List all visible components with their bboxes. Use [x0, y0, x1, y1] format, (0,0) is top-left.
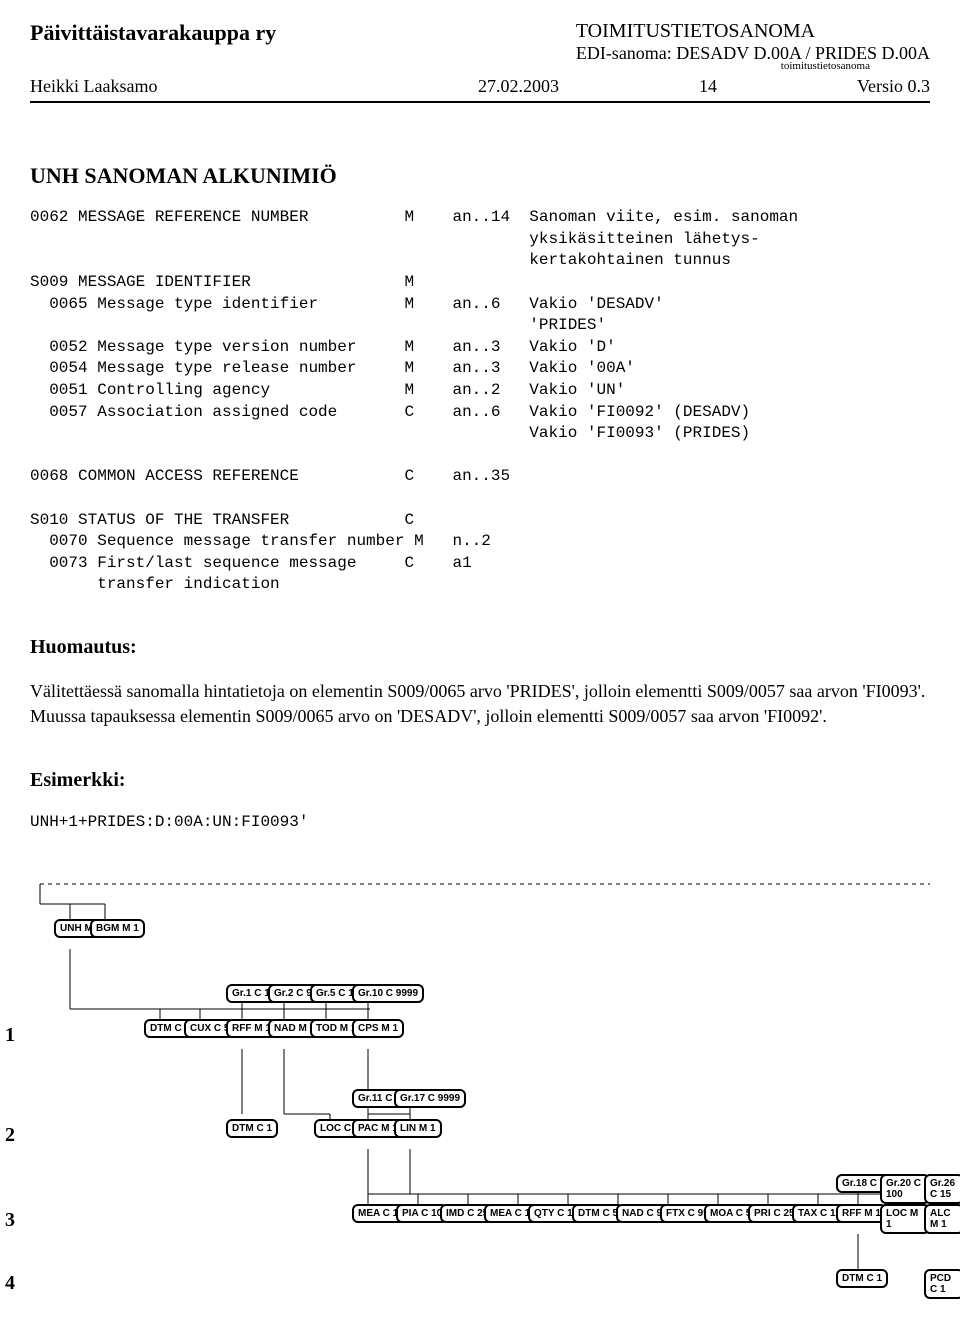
- meta-right: 27.02.2003 14 Versio 0.3: [478, 76, 930, 97]
- row-label-1: 1: [5, 1024, 15, 1047]
- node-alc1: ALC M 1: [924, 1204, 960, 1234]
- doc-title: TOIMITUSTIETOSANOMA: [576, 20, 930, 43]
- huomautus-body: Välitettäessä sanomalla hintatietoja on …: [30, 679, 930, 729]
- node-bgm: BGM M 1: [90, 919, 145, 938]
- node-loc20: LOC M 1: [880, 1204, 930, 1234]
- row-label-3: 3: [5, 1209, 15, 1232]
- node-cps1: CPS M 1: [352, 1019, 404, 1038]
- node-gr10: Gr.10 C 9999: [352, 984, 424, 1003]
- meta-row: Heikki Laaksamo 27.02.2003 14 Versio 0.3: [30, 76, 930, 103]
- node-lin1: LIN M 1: [394, 1119, 442, 1138]
- row-label-2: 2: [5, 1124, 15, 1147]
- segment-block: 0062 MESSAGE REFERENCE NUMBER M an..14 S…: [30, 207, 930, 596]
- node-gr26: Gr.26 C 15: [924, 1174, 960, 1204]
- org-name: Päivittäistavarakauppa ry: [30, 20, 276, 46]
- node-gr17: Gr.17 C 9999: [394, 1089, 466, 1108]
- node-gr20: Gr.20 C 100: [880, 1174, 930, 1204]
- diagram-wires: [30, 874, 930, 1294]
- author: Heikki Laaksamo: [30, 76, 157, 97]
- esimerkki-code: UNH+1+PRIDES:D:00A:UN:FI0093': [30, 812, 930, 834]
- section-title: UNH SANOMAN ALKUNIMIÖ: [30, 163, 930, 189]
- diagram: 1 2 3 4 UNH M 1 BGM M 1 Gr.1 C 10 Gr.2 C…: [30, 874, 930, 1294]
- node-dtm1: DTM C 1: [226, 1119, 278, 1138]
- doc-meta-right: TOIMITUSTIETOSANOMA EDI-sanoma: DESADV D…: [576, 20, 930, 72]
- page-number: 14: [699, 76, 717, 97]
- version: Versio 0.3: [857, 76, 930, 97]
- row-label-4: 4: [5, 1272, 15, 1295]
- huomautus-title: Huomautus:: [30, 636, 930, 659]
- header-row: Päivittäistavarakauppa ry TOIMITUSTIETOS…: [30, 20, 930, 72]
- date: 27.02.2003: [478, 76, 559, 97]
- edi-line: EDI-sanoma: DESADV D.00A / PRIDES D.00A: [576, 43, 930, 64]
- node-dtm-c1: DTM C 1: [836, 1269, 888, 1288]
- node-pcd-c1: PCD C 1: [924, 1269, 960, 1299]
- esimerkki-title: Esimerkki:: [30, 769, 930, 792]
